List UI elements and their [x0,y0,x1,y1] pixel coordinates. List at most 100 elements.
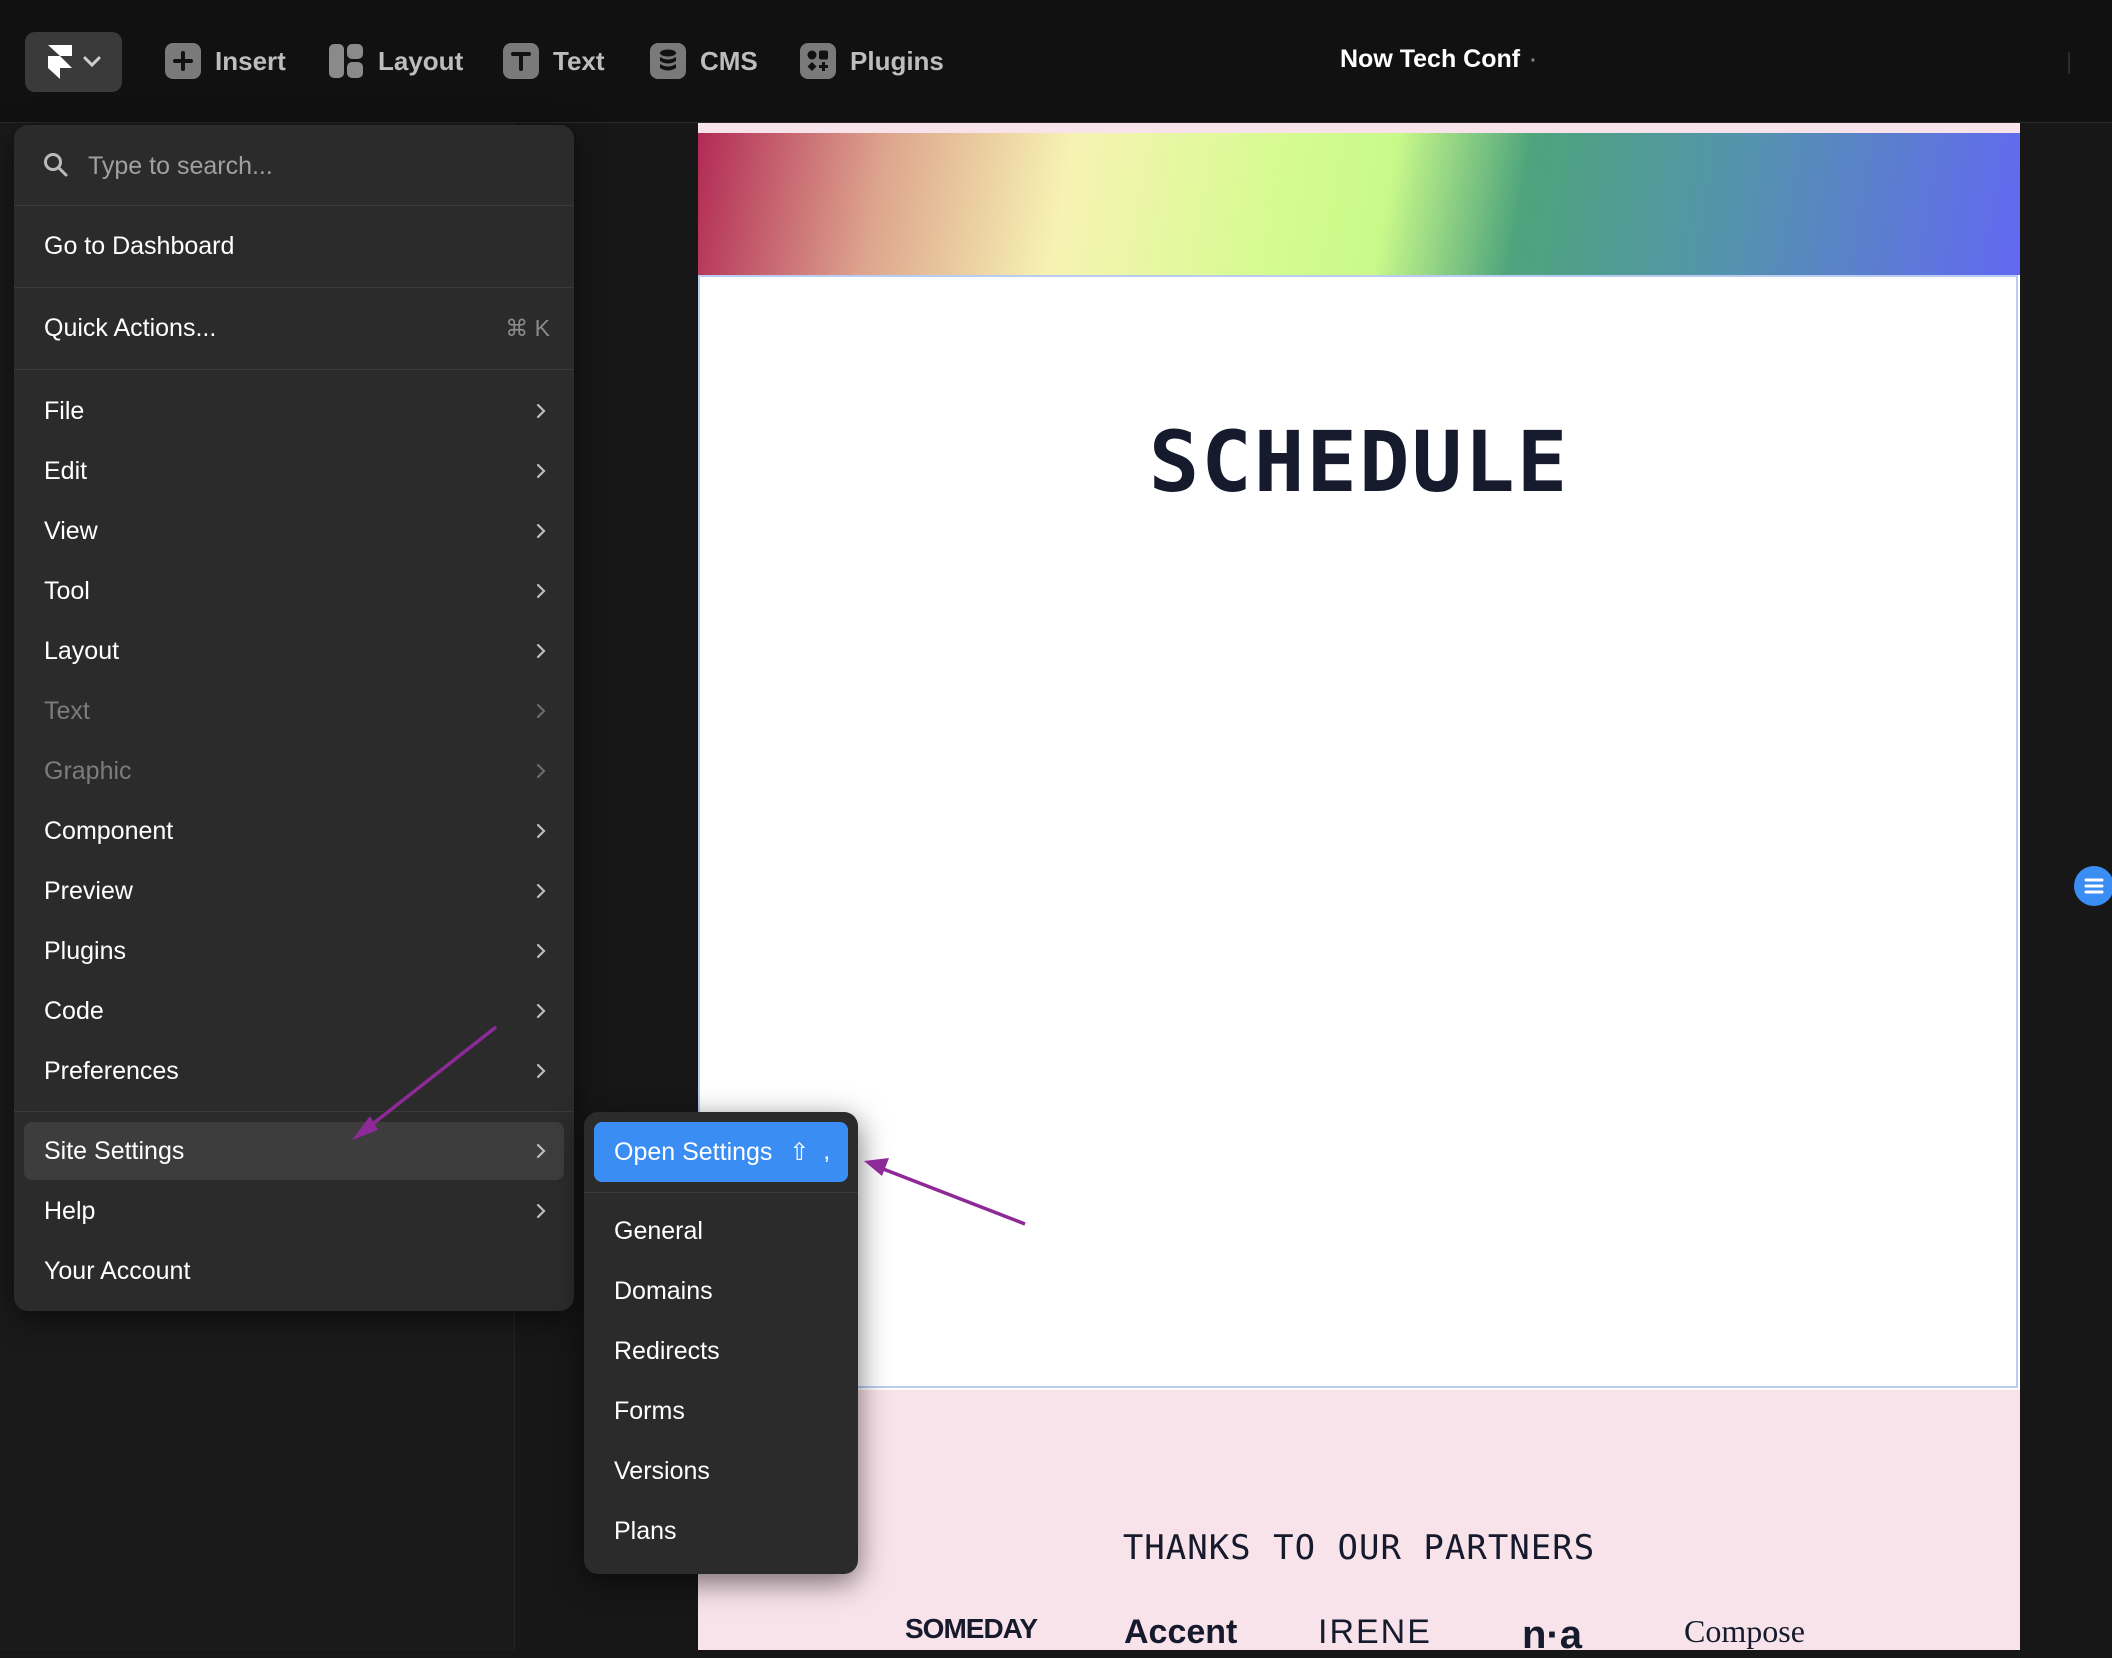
menu-item-help[interactable]: Help [24,1182,564,1240]
menu-item-text-label: Text [44,696,90,725]
plus-icon [165,43,201,79]
chevron-right-icon [536,403,546,419]
menu-item-edit[interactable]: Edit [24,442,564,500]
menu-item-preview[interactable]: Preview [24,862,564,920]
submenu-item-redirects[interactable]: Redirects [614,1337,720,1366]
menu-item-code[interactable]: Code [24,982,564,1040]
toolbar-insert[interactable]: Insert [165,40,286,82]
menu-item-dashboard-label: Go to Dashboard [44,231,235,260]
menu-item-your-account-label: Your Account [44,1256,191,1285]
menu-item-tool-label: Tool [44,576,90,605]
menu-item-site-settings[interactable]: Site Settings [24,1122,564,1180]
partners-heading: THANKS TO OUR PARTNERS [1122,1528,1596,1568]
chevron-right-icon [536,823,546,839]
project-title-text: Now Tech Conf [1340,45,1521,73]
menu-item-tool[interactable]: Tool [24,562,564,620]
menu-divider [14,369,574,370]
menu-item-text: Text [24,682,564,740]
toolbar-layout[interactable]: Layout [328,40,463,82]
layout-icon [328,43,364,79]
partner-logo-irene: IRENE [1318,1613,1432,1651]
page-top-band [698,123,2020,133]
project-title[interactable]: Now Tech Conf · [1340,45,1537,74]
main-menu: Go to Dashboard Quick Actions... ⌘ K Fil… [14,125,574,1311]
chevron-right-icon [536,1143,546,1159]
partner-logo-na: n·a [1522,1613,1582,1657]
toolbar-cms[interactable]: CMS [650,40,758,82]
chevron-right-icon [536,643,546,659]
menu-item-dashboard[interactable]: Go to Dashboard [24,217,564,275]
partner-logo-compose: Compose [1684,1613,1805,1649]
menu-item-graphic: Graphic [24,742,564,800]
menu-item-help-label: Help [44,1196,96,1225]
submenu-divider [584,1192,858,1193]
framer-menu-button[interactable] [25,32,122,92]
menu-item-plugins[interactable]: Plugins [24,922,564,980]
canvas-page[interactable]: SCHEDULE THANKS TO OUR PARTNERS SOMEDAY … [698,123,2020,1657]
toolbar-plugins[interactable]: Plugins [800,40,944,82]
submenu-item-domains[interactable]: Domains [614,1277,713,1306]
menu-item-preferences-label: Preferences [44,1056,179,1085]
submenu-item-forms[interactable]: Forms [614,1397,685,1426]
menu-search-input[interactable] [86,143,550,189]
chevron-right-icon [536,883,546,899]
menu-divider [14,287,574,288]
chevron-right-icon [536,463,546,479]
chevron-right-icon [536,943,546,959]
framer-logo-icon [47,45,72,79]
text-icon [503,43,539,79]
partner-logo-someday: SOMEDAY [905,1613,1038,1644]
chevron-right-icon [536,763,546,779]
site-settings-submenu: Open Settings ⇧ , General Domains Redirect… [584,1112,858,1574]
menu-item-preview-label: Preview [44,876,133,905]
menu-item-quick-actions[interactable]: Quick Actions... ⌘ K [24,299,564,357]
menu-item-file[interactable]: File [24,382,564,440]
menu-item-file-label: File [44,396,85,425]
toolbar-layout-label: Layout [378,45,464,76]
partner-logo-accent: Accent [1124,1613,1238,1651]
open-settings-button[interactable]: Open Settings ⇧ , [594,1122,848,1182]
toolbar-text[interactable]: Text [503,40,605,82]
unsaved-dot: · [1530,50,1537,72]
menu-item-component[interactable]: Component [24,802,564,860]
comments-handle[interactable] [2074,866,2112,906]
chevron-right-icon [536,703,546,719]
top-toolbar: Insert Layout Text CMS Plugins Now Tech … [0,0,2112,123]
plugins-icon [800,43,836,79]
comma-key: , [823,1138,830,1165]
submenu-item-general[interactable]: General [614,1217,703,1246]
chevron-right-icon [536,523,546,539]
menu-item-site-settings-label: Site Settings [44,1136,185,1165]
menu-item-graphic-label: Graphic [44,756,132,785]
submenu-item-versions[interactable]: Versions [614,1457,710,1486]
toolbar-insert-label: Insert [215,45,286,76]
menu-item-edit-label: Edit [44,456,88,485]
chevron-right-icon [536,1003,546,1019]
menu-divider [14,1111,574,1112]
chevron-right-icon [536,1063,546,1079]
menu-item-plugins-label: Plugins [44,936,126,965]
open-settings-shortcut: ⇧ , [789,1138,830,1167]
menu-item-component-label: Component [44,816,174,845]
menu-item-view[interactable]: View [24,502,564,560]
shift-key-icon: ⇧ [789,1138,810,1166]
menu-item-code-label: Code [44,996,104,1025]
menu-item-your-account[interactable]: Your Account [24,1242,564,1300]
partners-section [698,1390,2020,1650]
search-icon [44,153,68,177]
menu-item-view-label: View [44,516,98,545]
quick-actions-shortcut: ⌘ K [505,314,550,341]
list-icon [2084,878,2104,894]
menu-item-preferences[interactable]: Preferences [24,1042,564,1100]
chevron-down-icon [83,56,100,68]
open-settings-label: Open Settings [614,1137,773,1166]
chevron-right-icon [536,1203,546,1219]
menu-item-layout[interactable]: Layout [24,622,564,680]
toolbar-plugins-label: Plugins [850,45,944,76]
menu-item-quick-actions-label: Quick Actions... [44,313,217,342]
gradient-banner [698,133,2020,275]
toolbar-text-label: Text [553,45,605,76]
toolbar-cms-label: CMS [700,45,758,76]
toolbar-divider [2068,52,2070,74]
submenu-item-plans[interactable]: Plans [614,1517,677,1546]
